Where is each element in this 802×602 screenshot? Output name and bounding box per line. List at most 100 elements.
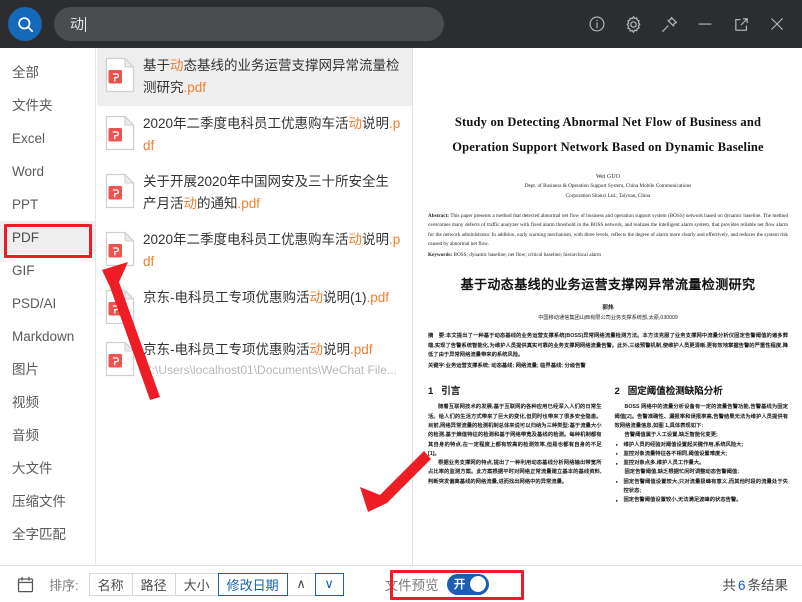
document-column: 1 引言随着互联网技术的发展,基于互联网的各种应用已经深入人们的日常生活。给人们的…	[428, 383, 602, 505]
pdf-file-icon	[105, 173, 135, 209]
section-number: 1	[428, 386, 434, 398]
search-icon	[17, 16, 33, 32]
bottom-toolbar: 排序: 名称 路径 大小 修改日期 ∧ ∨ 文件预览 开 共 6 条结果	[0, 565, 802, 602]
document-paragraph: 随着互联网技术的发展,基于互联网的各种应用已经深入人们的日常生活。给人们的生活方…	[428, 404, 602, 457]
result-row[interactable]: 基于动态基线的业务运营支撑网异常流量检测研究.pdf	[97, 48, 412, 106]
sort-descending-button[interactable]: ∨	[314, 572, 344, 596]
document-paragraph: 根据业务支撑网的特点,提出了一种利用动态基线分析网络输出带宽所占比率的监测方案。…	[428, 460, 602, 485]
sort-ascending-button[interactable]: ∧	[286, 572, 316, 596]
file-preview-toggle[interactable]: 文件预览 开	[375, 570, 499, 599]
result-filename: 京东-电科员工专项优惠购活动说明(1).pdf	[143, 287, 402, 309]
section-title: 引言	[441, 386, 461, 398]
sidebar-item-视频[interactable]: 视频	[0, 386, 95, 419]
result-row[interactable]: 京东-电科员工专项优惠购活动说明.pdf C:\Users\localhost01…	[97, 332, 412, 386]
gear-icon[interactable]	[622, 13, 644, 35]
document-keywords-cn: 关键字:业务运营支撑系统; 动态基线; 网络流量; 临界基线; 分级告警	[428, 362, 788, 372]
sidebar-item-word[interactable]: Word	[0, 155, 95, 188]
pin-icon[interactable]	[658, 13, 680, 35]
sort-button-1[interactable]: 路径	[131, 572, 176, 596]
sidebar-item-大文件[interactable]: 大文件	[0, 452, 95, 485]
calendar-icon-glyph	[17, 576, 34, 592]
filename-segment: 基于	[143, 58, 170, 73]
document-title-en: Study on Detecting Abnormal Net Flow of …	[452, 115, 764, 154]
filename-segment: 京东-电科员工专项优惠购活	[143, 342, 310, 357]
document-abstract-en: Abstract: This paper presents a method t…	[428, 212, 788, 250]
sidebar-item-label: Markdown	[12, 329, 75, 344]
pdf-file-icon	[105, 341, 135, 377]
sidebar-item-label: 音频	[12, 428, 39, 443]
keywords-text-cn: 业务运营支撑系统; 动态基线; 网络流量; 临界基线; 分级告警	[445, 362, 586, 369]
document-affiliation-cn: 中国移动通信集团山西有限公司业务支撑系统部,太原,030009	[538, 315, 678, 322]
sidebar-item-pdf[interactable]: PDF	[0, 221, 95, 254]
sidebar-item-gif[interactable]: GIF	[0, 254, 95, 287]
document-affiliation-en-line1: Dept. of Business & Operation Support Sy…	[524, 183, 692, 189]
pdf-file-icon	[105, 115, 135, 151]
sort-button-label: 名称	[97, 577, 124, 593]
window-controls	[586, 13, 802, 35]
result-row[interactable]: 京东-电科员工专项优惠购活动说明(1).pdf	[97, 280, 412, 332]
search-input[interactable]: 动	[54, 7, 444, 41]
result-text: 2020年二季度电科员工优惠购车活动说明.pdf	[143, 113, 402, 157]
pdf-file-icon	[105, 115, 135, 151]
close-icon[interactable]	[766, 13, 788, 35]
document-section-heading: 2 固定阈值检测缺陷分析	[615, 383, 789, 397]
sidebar-item-全字匹配[interactable]: 全字匹配	[0, 518, 95, 551]
document-section-heading: 1 引言	[428, 383, 602, 397]
section-number: 2	[614, 386, 620, 398]
result-filename: 京东-电科员工专项优惠购活动说明.pdf	[143, 339, 402, 361]
external-link-icon[interactable]	[730, 13, 752, 35]
result-filename: 2020年二季度电科员工优惠购车活动说明.pdf	[143, 113, 402, 157]
sidebar-item-全部[interactable]: 全部	[0, 56, 95, 89]
pdf-file-icon	[105, 57, 135, 93]
sidebar-item-文件夹[interactable]: 文件夹	[0, 89, 95, 122]
sidebar-item-label: 大文件	[12, 461, 53, 476]
search-button[interactable]	[8, 7, 42, 41]
sidebar-item-ppt[interactable]: PPT	[0, 188, 95, 221]
sidebar-item-压缩文件[interactable]: 压缩文件	[0, 485, 95, 518]
pdf-file-icon	[105, 231, 135, 267]
title-bar: 动	[0, 0, 802, 48]
keywords-label-cn: 关键字:	[428, 362, 446, 369]
sort-button-label: 大小	[183, 577, 210, 593]
minimize-icon[interactable]	[694, 13, 716, 35]
filename-segment: 说明	[362, 232, 390, 247]
pdf-file-icon	[105, 289, 135, 325]
document-bullet: 固定告警阈值设置较小,无法满足波峰的状态告警。	[615, 496, 789, 506]
result-row[interactable]: 2020年二季度电科员工优惠购车活动说明.pdf	[97, 106, 412, 164]
result-text: 基于动态基线的业务运营支撑网异常流量检测研究.pdf	[143, 55, 402, 99]
result-count-number: 6	[737, 578, 746, 593]
filename-extension: .pdf	[237, 196, 261, 211]
result-filename: 基于动态基线的业务运营支撑网异常流量检测研究.pdf	[143, 55, 402, 99]
pin-icon-glyph	[661, 16, 677, 32]
sidebar-item-label: 图片	[12, 362, 39, 377]
sidebar-item-psd-ai[interactable]: PSD/AI	[0, 287, 95, 320]
result-count: 共 6 条结果	[722, 574, 788, 594]
result-row[interactable]: 关于开展2020年中国网安及三十所安全生产月活动的通知.pdf	[97, 164, 412, 222]
sidebar-item-音频[interactable]: 音频	[0, 419, 95, 452]
sort-button-0[interactable]: 名称	[88, 572, 133, 596]
document-paragraph: BOSS 网络中的流量分析设备有一定的流量告警功能,告警基线为固定阈值[2]。告…	[614, 404, 789, 429]
sidebar-item-图片[interactable]: 图片	[0, 353, 95, 386]
pdf-file-icon	[105, 173, 135, 209]
info-icon[interactable]	[586, 13, 608, 35]
pdf-file-icon	[105, 231, 135, 267]
sort-button-3[interactable]: 修改日期	[217, 572, 288, 596]
sidebar-item-excel[interactable]: Excel	[0, 122, 95, 155]
filename-segment: 说明	[362, 116, 390, 131]
search-results-list[interactable]: 基于动态基线的业务运营支撑网异常流量检测研究.pdf 2020年二季度电科员工优…	[97, 48, 413, 565]
result-count-prefix: 共	[722, 578, 736, 593]
filename-segment: 2020年二季度电科员工优惠购车活	[143, 232, 349, 247]
document-affiliation-en-line2: Corporation Shanxi Ltd., Taiyuan, China	[565, 192, 651, 199]
filename-extension: .pdf	[366, 290, 390, 305]
toggle-switch[interactable]: 开	[446, 573, 489, 595]
sort-ascending-label: ∧	[296, 576, 306, 591]
toggle-state-label: 开	[453, 579, 466, 591]
calendar-icon[interactable]	[16, 575, 35, 594]
result-text: 京东-电科员工专项优惠购活动说明.pdf C:\Users\localhost01…	[143, 339, 402, 379]
result-row[interactable]: 2020年二季度电科员工优惠购车活动说明.pdf	[97, 222, 412, 280]
filename-match-highlight: 动	[183, 196, 198, 211]
filename-segment: 说明	[323, 342, 350, 357]
sidebar-item-markdown[interactable]: Markdown	[0, 320, 95, 353]
toggle-knob	[469, 576, 486, 592]
sort-button-2[interactable]: 大小	[174, 572, 219, 596]
